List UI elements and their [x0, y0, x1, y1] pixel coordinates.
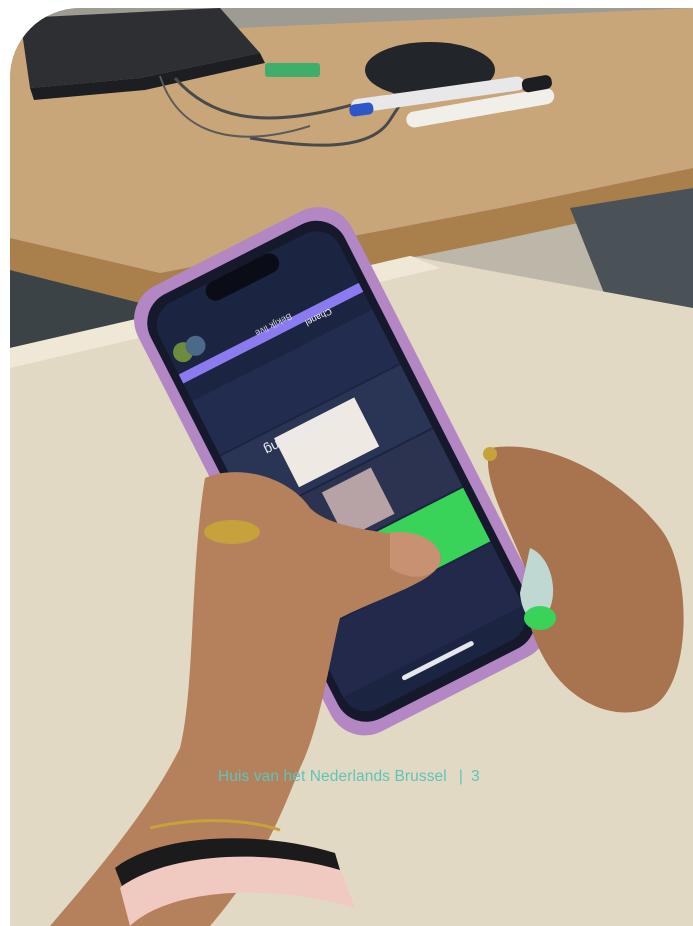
footer-caption: Huis van het Nederlands Brussel | 3	[218, 768, 480, 786]
answer-button-highlight	[524, 606, 556, 630]
organisation-name: Huis van het Nederlands Brussel	[218, 768, 447, 785]
photo-frame: meubelzaking Bekijk live Chanel	[10, 8, 693, 926]
page-number: 3	[470, 768, 480, 785]
photo-illustration: meubelzaking Bekijk live Chanel	[10, 8, 693, 926]
usb-dongle	[265, 63, 320, 77]
ring-right	[483, 447, 497, 461]
footer-separator: |	[458, 768, 463, 785]
ring	[204, 520, 260, 544]
